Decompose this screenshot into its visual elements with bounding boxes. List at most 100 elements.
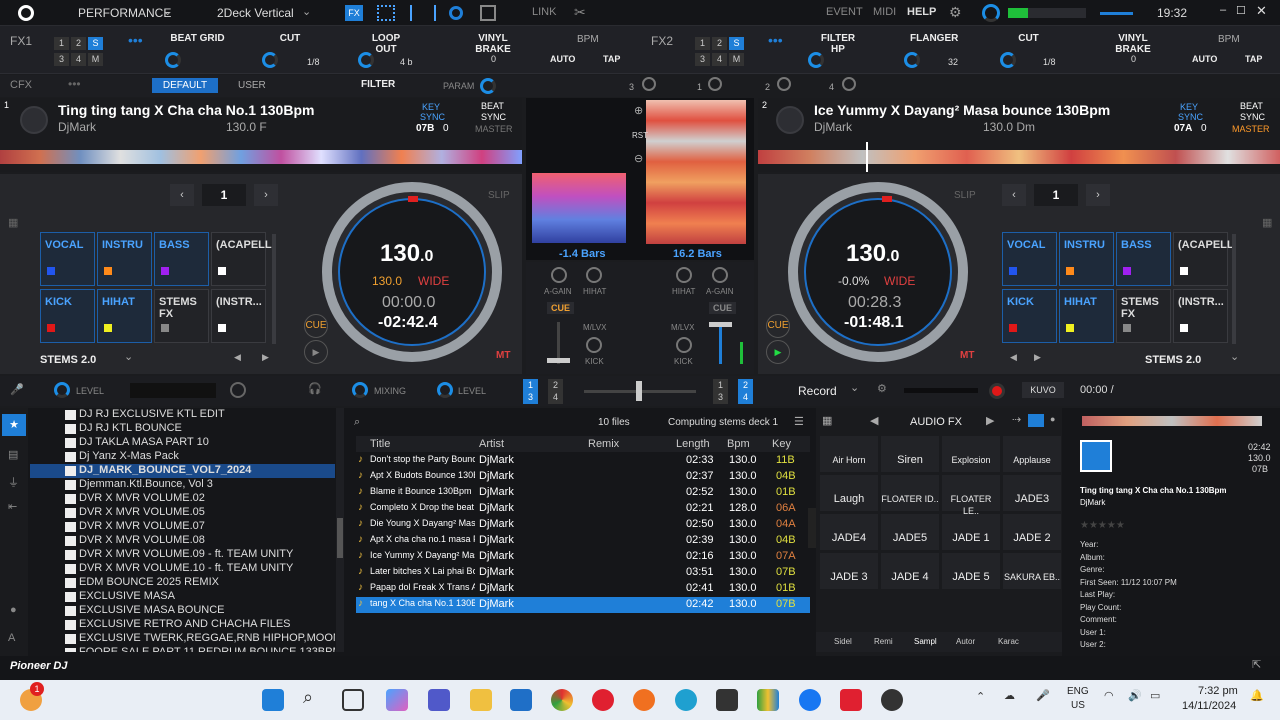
pads1-pad[interactable]: STEMS FX [154,289,209,343]
cfx-knob-1[interactable] [708,77,722,91]
deck2-wide[interactable]: WIDE [884,274,915,288]
sampler-prev[interactable]: ◀ [870,414,878,427]
sampler-next[interactable]: ▶ [986,414,994,427]
pads2-pad[interactable]: KICK [1002,289,1057,343]
fx1-effect-3[interactable]: LOOP OUT [363,33,409,55]
automix-side-tab[interactable] [808,508,816,548]
cfx-knob-4[interactable] [842,77,856,91]
fx2-dots-icon[interactable]: ••• [768,32,783,48]
fx-panel-icon[interactable]: FX [345,5,363,21]
cfx-default-button[interactable]: DEFAULT [152,78,218,93]
pads1-pad[interactable]: VOCAL [40,232,95,286]
tab-karaoke[interactable]: Karac [998,637,1019,646]
table-row[interactable]: ♪ Die Young X Dayang² Masa.. DjMark 02:50 13… [356,517,810,533]
sampler-pad[interactable]: SAKURA EB.. [1003,553,1061,589]
sampler-pad[interactable]: FLOATER LE.. [942,475,1000,516]
deck1-key-sync[interactable]: SYNC [420,112,445,122]
pads1-pad[interactable]: (INSTR... [211,289,266,343]
windows-start-icon[interactable] [262,689,284,711]
folder-item[interactable]: Djemman.Ktl.Bounce, Vol 3 [30,478,335,492]
deck1-pad-scroll[interactable] [272,234,276,344]
cfx-user-button[interactable]: USER [238,80,266,91]
language-code[interactable]: ENG [1067,686,1089,697]
sampler-grid-icon[interactable]: ▦ [822,414,832,427]
folder-item[interactable]: Dj Yanz X-Mas Pack [30,450,335,464]
sampler-pad[interactable]: JADE 3 [820,553,878,589]
deck1-waveform[interactable] [0,142,522,172]
deck2-loop-next[interactable]: › [1086,184,1110,206]
folder-item[interactable]: DJ TAKLA MASA PART 10 [30,436,335,450]
table-row[interactable]: ♪ Blame it Bounce 130Bpm DjMark 02:52 130.0 0… [356,485,810,501]
sampler-pad[interactable]: JADE 1 [942,514,1000,550]
deck-layout[interactable]: 2Deck Vertical [217,6,294,20]
fx2-effect-2[interactable]: FLANGER [910,33,958,44]
sampler-panel-icon[interactable] [480,5,496,21]
search-icon[interactable]: ⌕ [354,416,360,429]
opera-icon[interactable] [592,689,614,711]
tab-automix[interactable]: Autor [956,637,975,646]
deck1-play-button[interactable]: ▶ [304,340,328,364]
firefox-icon[interactable] [633,689,655,711]
fx2-auto-button[interactable]: AUTO [1192,54,1217,64]
fx1-auto-button[interactable]: AUTO [550,54,575,64]
record-settings-icon[interactable]: ⚙ [877,382,887,395]
link-toggle-icon[interactable]: ✂ [574,4,586,21]
cfx-filter-button[interactable]: FILTER [361,79,395,90]
col-title[interactable]: Title [370,438,390,450]
pads2-pad[interactable]: BASS [1116,232,1171,286]
virtualdj-taskbar-icon[interactable] [840,689,862,711]
grid-icon[interactable]: ▦ [8,216,18,229]
table-row[interactable]: ♪ Don't stop the Party Bounce.. DjMark 02:3… [356,453,810,469]
battery-icon[interactable]: ▭ [1150,689,1160,702]
search-icon[interactable]: ⌕ [303,687,313,708]
table-row[interactable]: ♪ Completo X Drop the beat B.. DjMark 02:21… [356,501,810,517]
deck2-loop-prev[interactable]: ‹ [1002,184,1026,206]
pads2-pad[interactable]: STEMS FX [1116,289,1171,343]
layout-mode[interactable]: PERFORMANCE [78,6,171,20]
fx1-slot-2[interactable]: 2 [71,37,86,50]
settings-dot-icon[interactable]: ● [10,604,17,616]
deck2-key-value[interactable]: 07A [1174,123,1192,134]
store-icon[interactable] [510,689,532,711]
sampler-pad[interactable]: JADE3 [1003,475,1061,511]
col-length[interactable]: Length [676,438,710,450]
pads2-pad[interactable]: VOCAL [1002,232,1057,286]
help-button[interactable]: HELP [907,6,936,18]
mic-reverb-knob[interactable] [230,382,246,398]
chevron-down-icon[interactable]: ⌄ [124,350,133,363]
link-button[interactable]: LINK [532,6,556,18]
search-input[interactable] [368,412,578,432]
deck1-wide[interactable]: WIDE [418,274,449,288]
fx1-slot-1[interactable]: 1 [54,37,69,50]
file-explorer-icon[interactable] [470,689,492,711]
fx2-slot-s[interactable]: S [729,37,744,50]
tab-sampler[interactable]: Sampl [914,637,937,646]
fx2-effect-3[interactable]: CUT [1016,33,1041,44]
center-scrolling-waveforms[interactable]: ⊕ RST ⊖ -1.4 Bars 16.2 Bars [526,98,754,260]
folder-item[interactable]: DVR X MVR VOLUME.09 - ft. TEAM UNITY [30,548,335,562]
table-row[interactable]: ♪ Apt X Budots Bounce 130Bpm DjMark 02:37 13… [356,469,810,485]
pads1-pad[interactable]: HIHAT [97,289,152,343]
tab-sidelist[interactable]: Sidel [834,637,852,646]
headphone-volume-bar[interactable] [1100,12,1133,15]
deck1-cue-button[interactable]: CUE [547,302,575,314]
chevron-down-icon[interactable]: ⌄ [850,381,859,394]
taskbar-date[interactable]: 14/11/2024 [1182,700,1236,712]
folder-item[interactable]: DJ RJ KTL BOUNCE [30,422,335,436]
grid-panel-icon[interactable] [377,5,395,21]
sampler-pad[interactable]: JADE 5 [942,553,1000,589]
col-key[interactable]: Key [772,438,791,450]
pads1-pad[interactable]: INSTRU [97,232,152,286]
sampler-mode-icon[interactable]: ⇢ [1012,413,1021,426]
copilot-icon[interactable] [386,689,408,711]
col-bpm[interactable]: Bpm [727,438,750,450]
crossfader-right-3[interactable]: 3 [713,391,728,404]
cfx-knob-3[interactable] [642,77,656,91]
chevron-down-icon[interactable]: ⌄ [163,5,172,18]
cfx-knob-2[interactable] [777,77,791,91]
folder-item[interactable]: DVR X MVR VOLUME.07 [30,520,335,534]
deck2-sync-button[interactable]: SYNC [1240,112,1265,122]
crossfader-left-3[interactable]: 3 [523,391,538,404]
deck2-play-button[interactable]: ▶ [766,340,790,364]
table-row[interactable]: ♪ tang X Cha cha No.1 130Bpm DjMark 02:42 13… [356,597,810,613]
